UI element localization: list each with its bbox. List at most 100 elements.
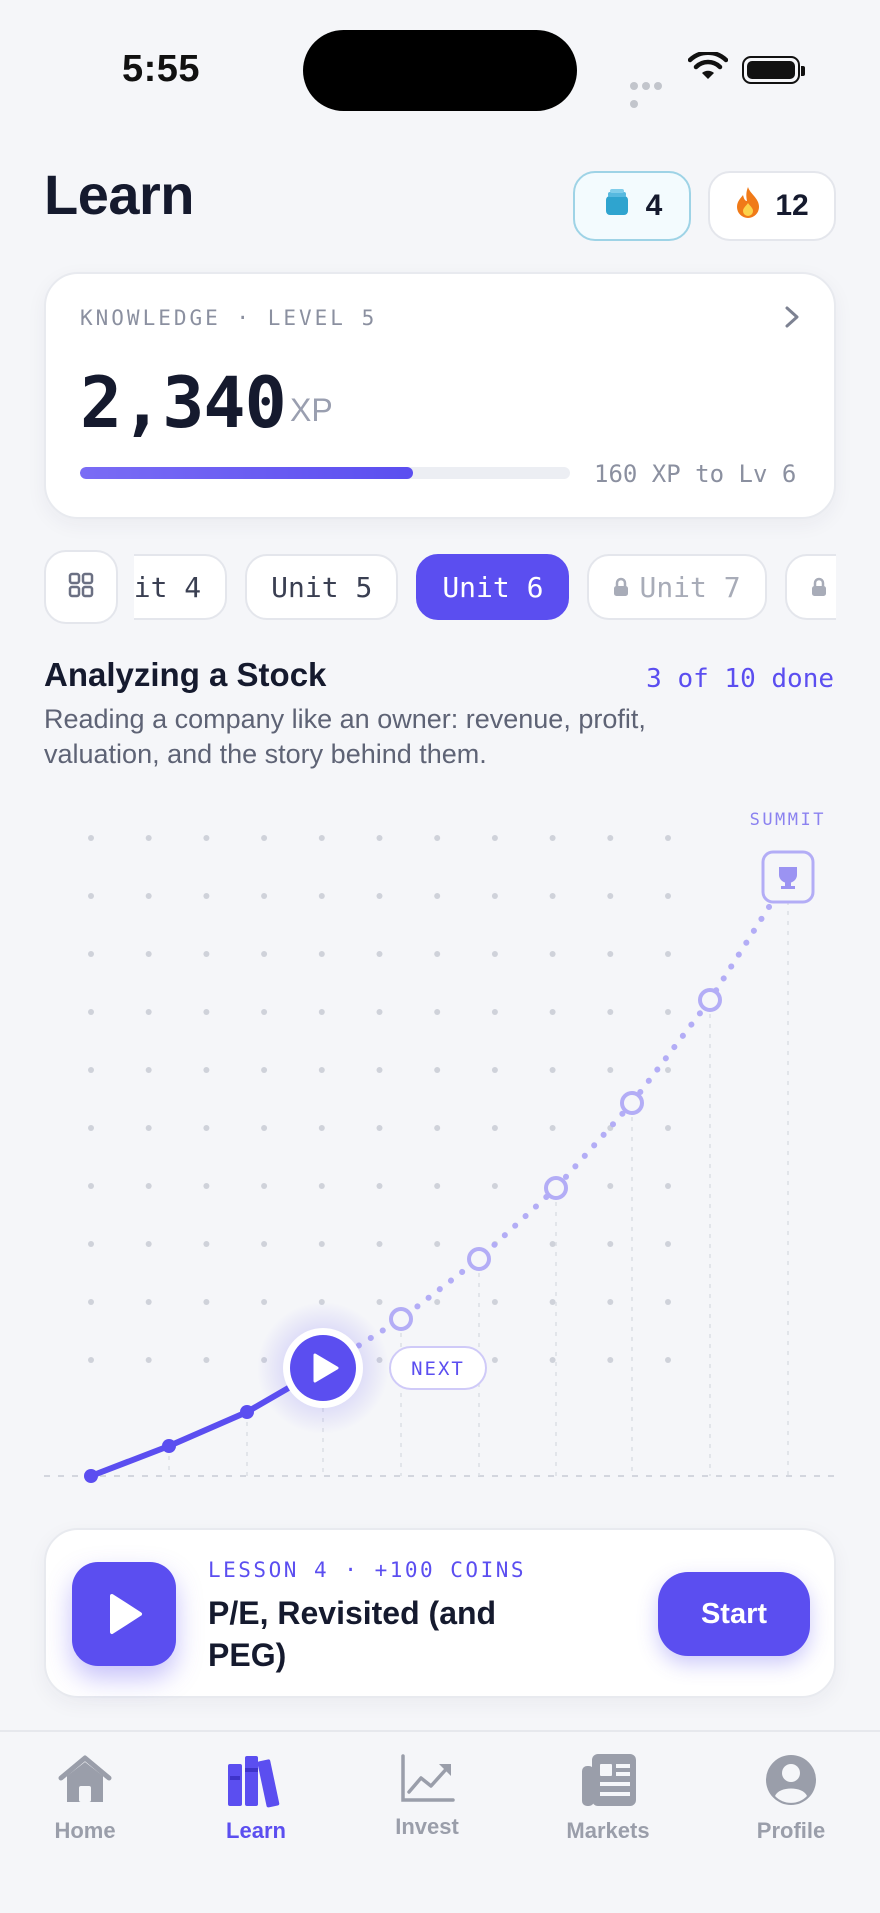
- xp-progress-fill: [80, 467, 413, 479]
- grid-dot: [203, 893, 209, 899]
- grid-dot: [261, 1183, 267, 1189]
- unit-chip[interactable]: Unit 6: [416, 554, 569, 620]
- unit-progress: 3 of 10 done: [646, 664, 834, 694]
- grid-dot: [665, 1183, 671, 1189]
- grid-dot: [434, 1183, 440, 1189]
- grid-dot: [146, 1125, 152, 1131]
- grid-dot: [88, 1183, 94, 1189]
- grid-dot: [434, 951, 440, 957]
- grid-dot: [665, 1241, 671, 1247]
- grid-dot: [550, 1299, 556, 1305]
- upcoming-lesson-node: [546, 1178, 566, 1198]
- next-lesson-card[interactable]: LESSON 4 · +100 COINS P/E, Revisited (an…: [44, 1528, 836, 1698]
- grid-dot: [492, 1125, 498, 1131]
- unit-chip[interactable]: Unit 5: [245, 554, 398, 620]
- grid-dot: [492, 1183, 498, 1189]
- grid-dot: [377, 1299, 383, 1305]
- unit-chip[interactable]: Unit 7: [587, 554, 766, 620]
- grid-dot: [607, 1183, 613, 1189]
- grid-dot: [319, 1067, 325, 1073]
- grid-dot: [146, 1357, 152, 1363]
- start-button[interactable]: Start: [658, 1572, 810, 1656]
- xp-unit: XP: [290, 392, 333, 429]
- grid-dot: [492, 951, 498, 957]
- grid-dot: [203, 1183, 209, 1189]
- dynamic-island: [303, 30, 577, 111]
- tab-label: Learn: [226, 1818, 286, 1844]
- grid-dot: [607, 1067, 613, 1073]
- unit-title: Analyzing a Stock: [44, 656, 326, 694]
- tab-bar: Home Learn Invest: [0, 1730, 880, 1913]
- grid-dot: [607, 1299, 613, 1305]
- upcoming-lesson-node: [391, 1309, 411, 1329]
- xp-value: 2,340: [80, 362, 286, 444]
- tab-learn[interactable]: Learn: [181, 1752, 331, 1844]
- grid-dot: [88, 1067, 94, 1073]
- grid-dot: [434, 1125, 440, 1131]
- grid-dot: [377, 951, 383, 957]
- grid-dot: [88, 1125, 94, 1131]
- home-icon: [55, 1752, 115, 1808]
- tab-markets[interactable]: Markets: [533, 1752, 683, 1844]
- grid-dot: [88, 1241, 94, 1247]
- grid-dot: [434, 1067, 440, 1073]
- grid-dot: [319, 951, 325, 957]
- unit-chip-label: Unit 7: [639, 571, 740, 604]
- unit-chip[interactable]: Unit 4: [134, 554, 227, 620]
- grid-dot: [377, 1183, 383, 1189]
- grid-dot: [607, 1357, 613, 1363]
- grid-dot: [88, 1009, 94, 1015]
- grid-dot: [492, 1067, 498, 1073]
- page-title: Learn: [44, 162, 194, 227]
- grid-dot: [665, 1299, 671, 1305]
- gem-stack-icon: [602, 187, 632, 225]
- grid-dot: [203, 1357, 209, 1363]
- grid-dot: [377, 893, 383, 899]
- tab-invest[interactable]: Invest: [352, 1752, 502, 1840]
- wifi-icon: [688, 52, 728, 87]
- units-grid-button[interactable]: [44, 550, 118, 624]
- grid-dot: [146, 835, 152, 841]
- gems-counter[interactable]: 4: [573, 171, 691, 241]
- grid-dot: [203, 1299, 209, 1305]
- grid-dot: [261, 1125, 267, 1131]
- xp-card[interactable]: KNOWLEDGE · LEVEL 5 2,340 XP 160 XP to L…: [44, 272, 836, 519]
- gems-count: 4: [646, 189, 663, 223]
- grid-dot: [550, 1067, 556, 1073]
- grid-dot: [203, 1125, 209, 1131]
- unit-chip[interactable]: Unit 8: [785, 554, 836, 620]
- grid-dot: [377, 1067, 383, 1073]
- lock-icon: [811, 571, 827, 604]
- grid-dot: [550, 951, 556, 957]
- grid-dot: [88, 835, 94, 841]
- grid-dot: [550, 835, 556, 841]
- grid-dot: [665, 1357, 671, 1363]
- unit-chip-label: Unit 4: [134, 571, 201, 604]
- grid-dot: [550, 1009, 556, 1015]
- grid-dot: [434, 1241, 440, 1247]
- grid-dot: [607, 1009, 613, 1015]
- grid-dot: [607, 951, 613, 957]
- tab-profile[interactable]: Profile: [716, 1752, 866, 1844]
- grid-dot: [146, 1183, 152, 1189]
- unit-chip-label: Unit 6: [442, 571, 543, 604]
- grid-dot: [146, 1009, 152, 1015]
- grid-dot: [434, 1009, 440, 1015]
- lesson-play-button[interactable]: [72, 1562, 176, 1666]
- lesson-meta: LESSON 4 · +100 COINS: [208, 1558, 526, 1582]
- grid-dot: [88, 1357, 94, 1363]
- chevron-right-icon[interactable]: [780, 302, 804, 337]
- completed-lesson-node: [240, 1405, 254, 1419]
- books-icon: [224, 1752, 288, 1808]
- unit-chip-scroller[interactable]: Unit 4 Unit 5 Unit 6 Unit 7 Unit 8: [134, 554, 836, 624]
- grid-dot: [203, 1009, 209, 1015]
- grid-dot: [377, 1009, 383, 1015]
- tab-label: Markets: [566, 1818, 649, 1844]
- grid-dot: [607, 893, 613, 899]
- grid-dot: [261, 893, 267, 899]
- next-badge-label: NEXT: [411, 1358, 465, 1380]
- streak-counter[interactable]: 12: [708, 171, 836, 241]
- person-icon: [763, 1752, 819, 1808]
- tab-home[interactable]: Home: [10, 1752, 160, 1844]
- xp-to-next-level: 160 XP to Lv 6: [594, 460, 796, 488]
